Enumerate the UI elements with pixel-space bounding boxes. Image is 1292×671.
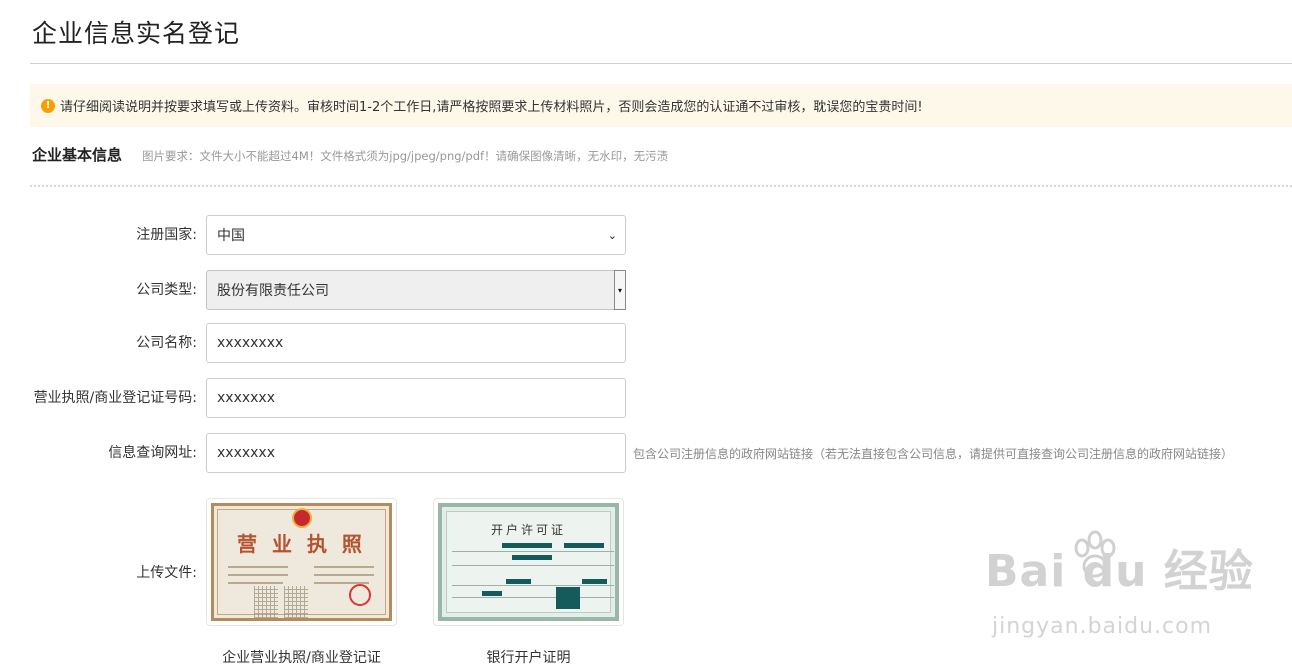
bank-cert-upload[interactable]: 开户许可证 — [433, 498, 624, 626]
bank-cert-image: 开户许可证 — [438, 503, 619, 621]
notice-text: 请仔细阅读说明并按要求填写或上传资料。审核时间1-2个工作日,请严格按照要求上传… — [60, 100, 923, 115]
upload-label: 上传文件: — [136, 565, 197, 581]
query-url-input[interactable]: xxxxxxx — [206, 433, 626, 473]
license-no-label: 营业执照/商业登记证号码: — [33, 389, 197, 406]
country-value: 中国 — [217, 228, 245, 244]
watermark-url: jingyan.baidu.com — [992, 614, 1213, 639]
redaction-block — [556, 587, 580, 609]
section-header: 企业基本信息 图片要求：文件大小不能超过4M！文件格式须为jpg/jpeg/pn… — [32, 144, 668, 165]
warning-icon: ! — [41, 98, 55, 113]
dropdown-arrow-icon[interactable]: ▾ — [614, 270, 626, 310]
company-type-value: 股份有限责任公司 — [217, 283, 329, 299]
business-license-image: 营 业 执 照 — [211, 503, 392, 621]
seal-icon — [349, 584, 371, 606]
section-divider — [30, 185, 1292, 187]
company-name-label: 公司名称: — [136, 334, 197, 351]
company-name-input[interactable]: xxxxxxxx — [206, 323, 626, 363]
license-no-input[interactable]: xxxxxxx — [206, 378, 626, 418]
section-hint: 图片要求：文件大小不能超过4M！文件格式须为jpg/jpeg/png/pdf！请… — [142, 149, 669, 163]
business-license-upload[interactable]: 营 业 执 照 — [206, 498, 397, 626]
query-url-hint: 包含公司注册信息的政府网站链接（若无法直接包含公司信息，请提供可直接查询公司注册… — [633, 446, 1234, 461]
form-row-company-type: 公司类型: 股份有限责任公司 ▾ — [0, 270, 1292, 310]
form-row-license-no: 营业执照/商业登记证号码: xxxxxxx — [0, 378, 1292, 418]
page-title: 企业信息实名登记 — [32, 19, 241, 48]
license-no-value: xxxxxxx — [217, 390, 275, 406]
form-row-country: 注册国家: 中国 ⌄ — [0, 215, 1292, 255]
company-name-value: xxxxxxxx — [217, 335, 284, 351]
bank-doc-title: 开户许可证 — [490, 523, 566, 537]
section-title: 企业基本信息 — [32, 146, 123, 164]
title-divider — [30, 63, 1292, 64]
business-license-caption: 企业营业执照/商业登记证 — [222, 650, 381, 666]
national-emblem-icon — [291, 508, 312, 528]
company-type-select[interactable]: 股份有限责任公司 ▾ — [206, 270, 626, 310]
notice-banner: ! 请仔细阅读说明并按要求填写或上传资料。审核时间1-2个工作日,请严格按照要求… — [30, 84, 1292, 127]
query-url-label: 信息查询网址: — [108, 444, 197, 461]
company-type-label: 公司类型: — [136, 281, 197, 298]
query-url-value: xxxxxxx — [217, 445, 275, 461]
form-row-query-url: 信息查询网址: xxxxxxx 包含公司注册信息的政府网站链接（若无法直接包含公… — [0, 433, 1292, 473]
country-select[interactable]: 中国 ⌄ — [206, 215, 626, 255]
watermark-logo: Bai du 经验 — [985, 546, 1254, 597]
country-label: 注册国家: — [136, 226, 197, 243]
license-doc-title: 营 业 执 照 — [237, 532, 366, 556]
form-row-company-name: 公司名称: xxxxxxxx — [0, 323, 1292, 363]
chevron-down-icon[interactable]: ⌄ — [608, 229, 617, 242]
bank-cert-caption: 银行开户证明 — [486, 650, 571, 666]
